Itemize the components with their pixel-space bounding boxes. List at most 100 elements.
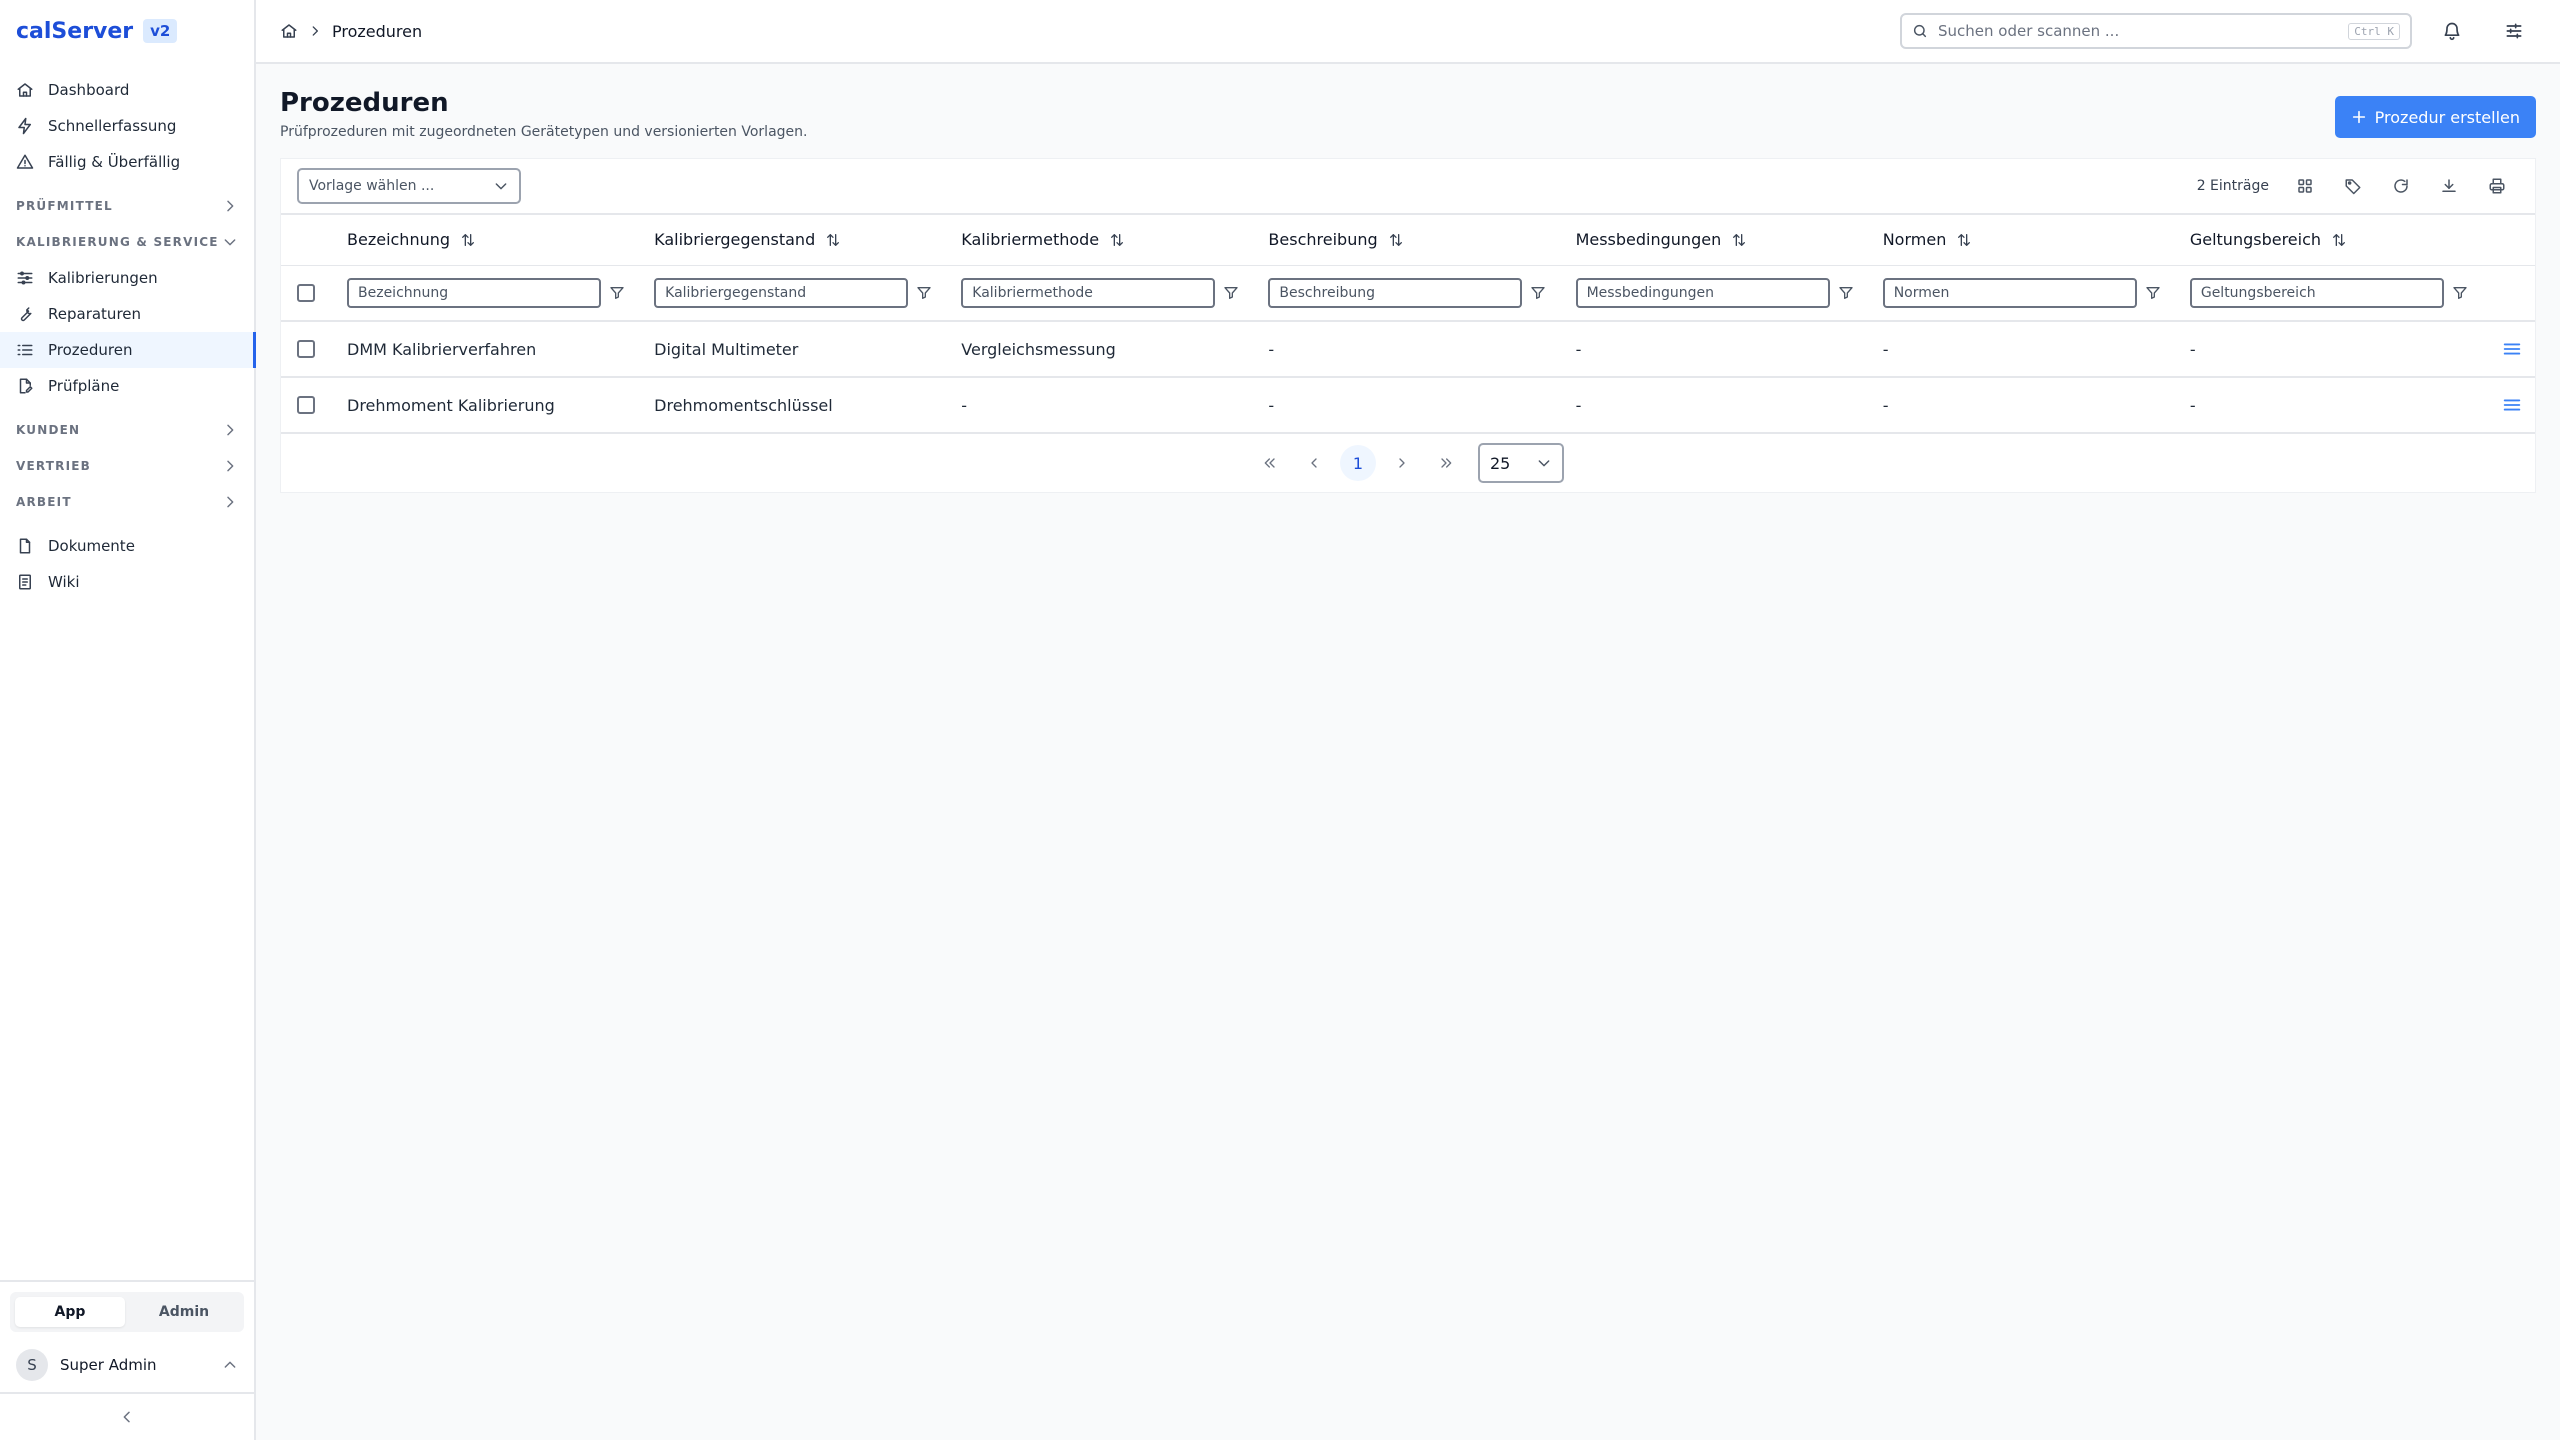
notifications-button[interactable] (2430, 9, 2474, 53)
sidebar-item-prozeduren[interactable]: Prozeduren (0, 332, 256, 368)
mode-admin-button[interactable]: Admin (129, 1297, 239, 1327)
column-header-normen[interactable]: Normen (1870, 215, 2178, 266)
sidebar-section-arbeit[interactable]: ARBEIT (0, 484, 254, 520)
page-number-button[interactable]: 1 (1340, 445, 1376, 481)
column-header-messbedingungen[interactable]: Messbedingungen (1563, 215, 1871, 266)
filter-input-messbedingungen[interactable] (1575, 277, 1830, 308)
column-layout-button[interactable] (2283, 168, 2327, 204)
menu-icon[interactable] (2501, 394, 2523, 416)
table-row[interactable]: Drehmoment Kalibrierung Drehmomentschlüs… (281, 377, 2535, 434)
row-checkbox[interactable] (297, 396, 315, 414)
home-icon[interactable] (280, 22, 298, 40)
column-header-label: Normen (1882, 230, 1947, 250)
last-page-button[interactable] (1428, 445, 1464, 481)
menu-icon[interactable] (2501, 338, 2523, 360)
section-label: KUNDEN (16, 423, 81, 437)
chevron-left-icon (1311, 458, 1317, 468)
page-subtitle: Prüfprozeduren mit zugeordneten Gerätety… (280, 124, 808, 140)
section-label: KALIBRIERUNG & SERVICE (16, 235, 219, 249)
row-checkbox-cell (281, 321, 335, 378)
filter-icon[interactable] (1530, 285, 1546, 301)
chevron-down-icon (1538, 460, 1550, 467)
sidebar-item-wiki[interactable]: Wiki (0, 564, 254, 600)
sidebar: calServer v2 Dashboard Schnellerfassung … (0, 0, 256, 1440)
prev-page-button[interactable] (1296, 445, 1332, 481)
sidebar-section-vertrieb[interactable]: VERTRIEB (0, 448, 254, 484)
sidebar-item-pruefplaene[interactable]: Prüfpläne (0, 368, 254, 404)
sidebar-item-label: Kalibrierungen (48, 269, 158, 287)
sidebar-item-label: Reparaturen (48, 305, 142, 323)
column-header-bezeichnung[interactable]: Bezeichnung (335, 215, 643, 266)
rows-per-page-select[interactable]: 25 (1478, 443, 1564, 483)
sidebar-item-reparaturen[interactable]: Reparaturen (0, 296, 254, 332)
sidebar-section-kalibrierung[interactable]: KALIBRIERUNG & SERVICE (0, 224, 254, 260)
cell-kalibriergegenstand: Digital Multimeter (642, 321, 950, 378)
collapse-sidebar-button[interactable] (0, 1394, 254, 1440)
column-header-kalibriergegenstand[interactable]: Kalibriergegenstand (642, 215, 950, 266)
select-all-checkbox[interactable] (297, 283, 315, 302)
column-header-beschreibung[interactable]: Beschreibung (1256, 215, 1564, 266)
filter-cell (2177, 265, 2485, 322)
toolbar-actions: 2 Einträge (2197, 168, 2519, 204)
export-button[interactable] (2427, 168, 2471, 204)
cell-messbedingungen: - (1563, 321, 1871, 378)
filter-icon[interactable] (1223, 285, 1239, 301)
chevron-right-icon (1399, 458, 1405, 468)
chevron-down-icon (495, 183, 507, 190)
filter-input-bezeichnung[interactable] (347, 277, 601, 308)
column-header-kalibriermethode[interactable]: Kalibriermethode (949, 215, 1257, 266)
settings-button[interactable] (2492, 9, 2536, 53)
filter-icon[interactable] (609, 285, 625, 301)
filter-icon[interactable] (2145, 285, 2161, 301)
sidebar-section-kunden[interactable]: KUNDEN (0, 412, 254, 448)
create-procedure-button[interactable]: Prozedur erstellen (2334, 96, 2536, 138)
sidebar-item-faellig[interactable]: Fällig & Überfällig (0, 144, 254, 180)
filter-input-kalibriergegenstand[interactable] (654, 277, 909, 308)
brand[interactable]: calServer v2 (0, 0, 254, 62)
filter-cell (335, 265, 643, 322)
user-menu[interactable]: S Super Admin (0, 1338, 254, 1394)
row-checkbox[interactable] (297, 340, 315, 358)
sliders-icon (17, 271, 33, 285)
refresh-button[interactable] (2379, 168, 2423, 204)
mode-app-button[interactable]: App (15, 1297, 125, 1327)
sidebar-item-kalibrierungen[interactable]: Kalibrierungen (0, 260, 254, 296)
section-label: PRÜFMITTEL (16, 199, 113, 213)
filter-icon[interactable] (2452, 285, 2468, 301)
procedures-table: Bezeichnung Kalibriergegenstand Kalibrie… (281, 215, 2535, 434)
select-all-cell (281, 265, 335, 322)
sidebar-item-dokumente[interactable]: Dokumente (0, 528, 254, 564)
filter-input-normen[interactable] (1882, 277, 2137, 308)
next-page-button[interactable] (1384, 445, 1420, 481)
header-checkbox-cell (281, 215, 335, 266)
tags-button[interactable] (2331, 168, 2375, 204)
filter-input-beschreibung[interactable] (1268, 277, 1523, 308)
cell-geltungsbereich: - (2177, 321, 2485, 378)
filter-input-kalibriermethode[interactable] (961, 277, 1216, 308)
home-icon (17, 83, 33, 97)
sidebar-item-dashboard[interactable]: Dashboard (0, 72, 254, 108)
section-label: VERTRIEB (16, 459, 92, 473)
table-row[interactable]: DMM Kalibrierverfahren Digital Multimete… (281, 321, 2535, 378)
sidebar-section-pruefmittel[interactable]: PRÜFMITTEL (0, 188, 254, 224)
column-header-label: Bezeichnung (347, 230, 451, 250)
table-toolbar: Vorlage wählen ... 2 Einträge (281, 159, 2535, 215)
column-header-geltungsbereich[interactable]: Geltungsbereich (2177, 215, 2485, 266)
global-search: Ctrl K (1900, 13, 2412, 49)
page-header: Prozeduren Prüfprozeduren mit zugeordnet… (280, 86, 2536, 140)
breadcrumb-current: Prozeduren (332, 21, 423, 41)
first-page-button[interactable] (1252, 445, 1288, 481)
print-button[interactable] (2475, 168, 2519, 204)
filter-icon[interactable] (1838, 285, 1854, 301)
template-select[interactable]: Vorlage wählen ... (297, 168, 521, 204)
table-filter-row (281, 265, 2535, 322)
cell-kalibriergegenstand: Drehmomentschlüssel (642, 377, 950, 434)
sidebar-item-label: Dashboard (48, 81, 130, 99)
chevron-right-icon (227, 424, 234, 436)
sidebar-item-schnellerfassung[interactable]: Schnellerfassung (0, 108, 254, 144)
search-input[interactable] (1938, 22, 2339, 40)
filter-input-geltungsbereich[interactable] (2189, 277, 2444, 308)
filter-icon[interactable] (916, 285, 932, 301)
